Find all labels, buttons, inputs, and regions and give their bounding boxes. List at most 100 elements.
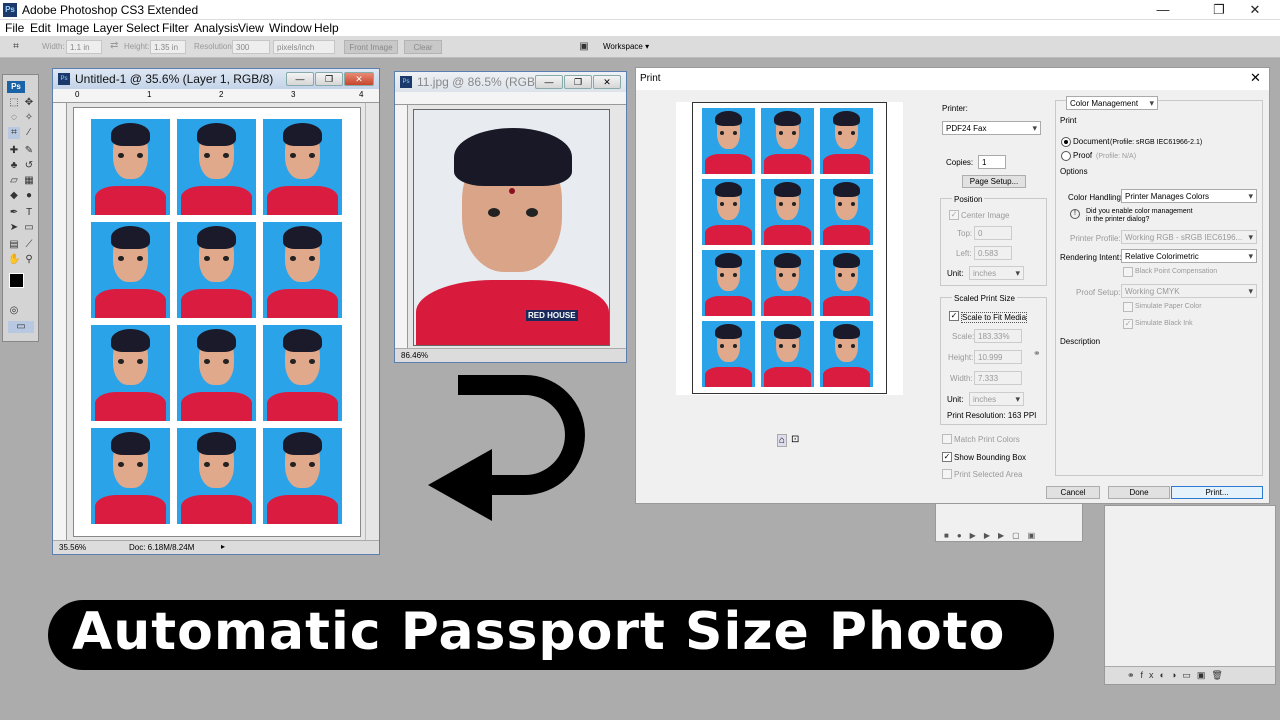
doc2-maximize-button[interactable]: ❐ — [564, 75, 592, 89]
doc2-zoom[interactable]: 86.46% — [401, 351, 428, 360]
sim-paper-checkbox[interactable] — [1123, 302, 1133, 312]
link-icon[interactable]: ⚭ — [1033, 348, 1041, 359]
doc-maximize-button[interactable]: ❐ — [315, 72, 343, 86]
print-height-input[interactable]: 10.999 — [974, 350, 1022, 364]
width-field[interactable]: 1.1 in — [66, 40, 102, 54]
done-button[interactable]: Done — [1108, 486, 1170, 499]
printer-profile-select[interactable]: Working RGB - sRGB IEC6196... — [1121, 230, 1257, 244]
printer-select[interactable]: PDF24 Fax — [942, 121, 1041, 135]
path-select-icon[interactable]: ➤ — [8, 222, 20, 234]
vertical-scrollbar[interactable] — [365, 103, 379, 541]
sim-black-checkbox[interactable]: ✓ — [1123, 319, 1133, 329]
crop-tool-icon[interactable]: ⌗ — [10, 41, 22, 53]
menu-help[interactable]: Help — [314, 21, 339, 35]
proof-radio[interactable] — [1061, 151, 1071, 161]
color-management-select[interactable]: Color Management — [1066, 96, 1158, 110]
clear-button[interactable]: Clear — [404, 40, 442, 54]
shape-tool-icon[interactable]: ▭ — [23, 222, 35, 234]
print-button[interactable]: Print... — [1171, 486, 1263, 499]
height-field[interactable]: 1.35 in — [150, 40, 186, 54]
doc2-minimize-button[interactable]: — — [535, 75, 563, 89]
slice-tool-icon[interactable]: ∕ — [23, 127, 35, 139]
show-bbox-checkbox[interactable]: ✓ — [942, 452, 952, 462]
menu-image[interactable]: Image — [56, 21, 89, 35]
close-button[interactable]: ✕ — [1232, 0, 1278, 20]
menu-window[interactable]: Window — [269, 21, 312, 35]
history-brush-icon[interactable]: ↺ — [23, 160, 35, 172]
menu-filter[interactable]: Filter — [162, 21, 189, 35]
scale-input[interactable]: 183.33% — [974, 329, 1022, 343]
minimize-button[interactable]: — — [1140, 0, 1186, 20]
blur-tool-icon[interactable]: ◆ — [8, 190, 20, 202]
copies-input[interactable]: 1 — [978, 155, 1006, 169]
zoom-tool-icon[interactable]: ⚲ — [23, 254, 35, 266]
menu-analysis[interactable]: Analysis — [194, 21, 239, 35]
status-arrow-icon[interactable]: ▸ — [221, 542, 225, 551]
print-width-input[interactable]: 7.333 — [974, 371, 1022, 385]
doc-close-button[interactable]: ✕ — [344, 72, 374, 86]
healing-brush-icon[interactable]: ✚ — [8, 145, 20, 157]
foreground-color[interactable] — [9, 273, 24, 288]
workspace-menu[interactable]: Workspace ▾ — [603, 42, 649, 51]
preview-zoom-icon[interactable]: ⌂ — [777, 434, 788, 447]
hand-tool-icon[interactable]: ✋ — [8, 254, 20, 266]
doc2-close-button[interactable]: ✕ — [593, 75, 621, 89]
photo-hair — [715, 252, 742, 269]
top-input[interactable]: 0 — [974, 226, 1012, 240]
resolution-field[interactable]: 300 — [232, 40, 270, 54]
cancel-button[interactable]: Cancel — [1046, 486, 1100, 499]
brush-tool-icon[interactable]: ✎ — [23, 145, 35, 157]
document-window-untitled[interactable]: Ps Untitled-1 @ 35.6% (Layer 1, RGB/8) —… — [52, 68, 380, 555]
lasso-tool-icon[interactable]: ◌ — [8, 112, 20, 124]
swap-icon[interactable]: ⇄ — [110, 40, 118, 51]
pen-tool-icon[interactable]: ✒ — [8, 207, 20, 219]
eyedropper-icon[interactable]: ⟋ — [23, 239, 35, 251]
marquee-tool-icon[interactable]: ⬚ — [8, 97, 20, 109]
layers-panel-footer[interactable]: ⚭fx◐◑▭▣🗑 — [1105, 666, 1275, 684]
size-unit-select[interactable]: inches — [969, 392, 1024, 406]
front-image-button[interactable]: Front Image — [344, 40, 398, 54]
print-close-icon[interactable]: ✕ — [1250, 70, 1261, 86]
photo-hair — [282, 431, 323, 455]
scale-to-fit-checkbox[interactable]: ✓ — [949, 311, 959, 321]
preview-fit-icon[interactable]: ⊡ — [791, 434, 799, 445]
resolution-unit-select[interactable]: pixels/inch — [273, 40, 335, 54]
eraser-icon[interactable]: ▱ — [8, 175, 20, 187]
menu-select[interactable]: Select — [126, 21, 159, 35]
unit-label: Unit: — [947, 269, 964, 278]
rendering-intent-select[interactable]: Relative Colorimetric — [1121, 249, 1257, 263]
screen-mode-icon[interactable]: ▭ — [8, 321, 34, 333]
print-selected-checkbox[interactable] — [942, 469, 952, 479]
quick-mask-icon[interactable]: ◎ — [8, 305, 20, 317]
dodge-tool-icon[interactable]: ● — [23, 190, 35, 202]
match-colors-checkbox[interactable] — [942, 434, 952, 444]
menu-view[interactable]: View — [238, 21, 264, 35]
photo-shirt — [266, 495, 339, 524]
magic-wand-icon[interactable]: ✧ — [23, 112, 35, 124]
notes-tool-icon[interactable]: ▤ — [8, 239, 20, 251]
zoom-level[interactable]: 35.56% — [59, 543, 86, 552]
menu-edit[interactable]: Edit — [30, 21, 51, 35]
left-input[interactable]: 0.583 — [974, 246, 1012, 260]
page-setup-button[interactable]: Page Setup... — [962, 175, 1026, 188]
bpc-checkbox[interactable] — [1123, 267, 1133, 277]
animation-controls[interactable]: ■●▶▶▶▢▣ — [944, 531, 1043, 540]
type-tool-icon[interactable]: T — [23, 207, 35, 219]
gradient-icon[interactable]: ▦ — [23, 175, 35, 187]
crop-tool-icon[interactable]: ⌗ — [8, 127, 20, 139]
passport-photo — [702, 108, 755, 174]
doc-minimize-button[interactable]: — — [286, 72, 314, 86]
photo-hair — [774, 252, 801, 269]
menu-file[interactable]: File — [5, 21, 24, 35]
document-radio[interactable] — [1061, 137, 1071, 147]
color-handling-select[interactable]: Printer Manages Colors — [1121, 189, 1257, 203]
move-tool-icon[interactable]: ✥ — [23, 97, 35, 109]
clone-stamp-icon[interactable]: ♣ — [8, 160, 20, 172]
position-unit-select[interactable]: inches — [969, 266, 1024, 280]
ps-doc-icon: Ps — [58, 73, 70, 85]
print-dialog-title: Print — [640, 73, 661, 84]
proof-setup-select[interactable]: Working CMYK — [1121, 284, 1257, 298]
document-window-11jpg[interactable]: Ps 11.jpg @ 86.5% (RGB/8) — ❐ ✕ RED HOUS… — [394, 71, 627, 363]
center-image-checkbox[interactable]: ✓ — [949, 210, 959, 220]
menu-layer[interactable]: Layer — [93, 21, 123, 35]
